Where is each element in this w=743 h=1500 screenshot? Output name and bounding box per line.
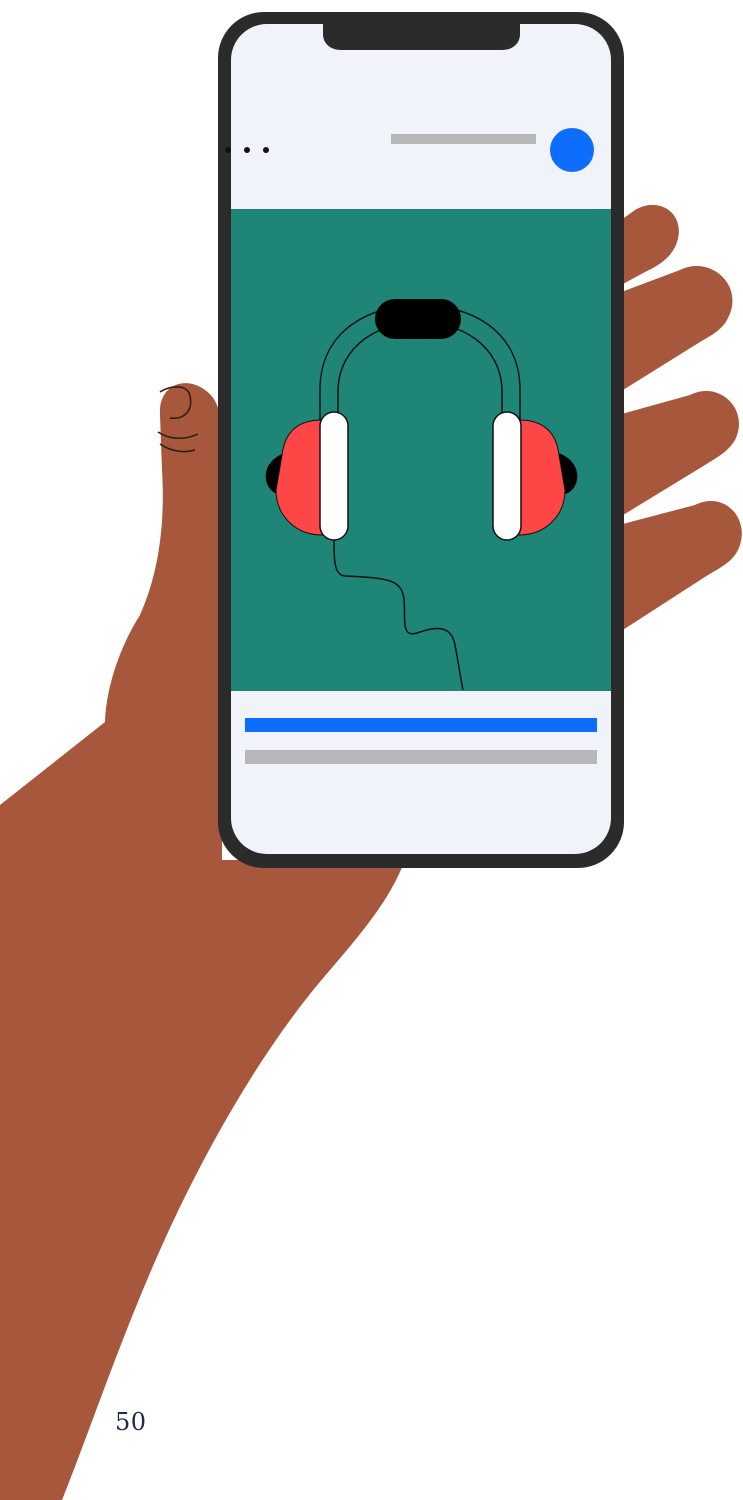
phone-notch (323, 22, 520, 50)
phone (218, 12, 624, 868)
caption-placeholder (245, 750, 597, 764)
hand-holding-phone-illustration (0, 12, 742, 1500)
progress-bar[interactable] (245, 718, 597, 732)
page-number: 50 (115, 1408, 147, 1436)
header-title-placeholder (391, 134, 536, 144)
illustration-stage: 50 (0, 0, 743, 1500)
profile-avatar-icon[interactable] (550, 128, 594, 172)
